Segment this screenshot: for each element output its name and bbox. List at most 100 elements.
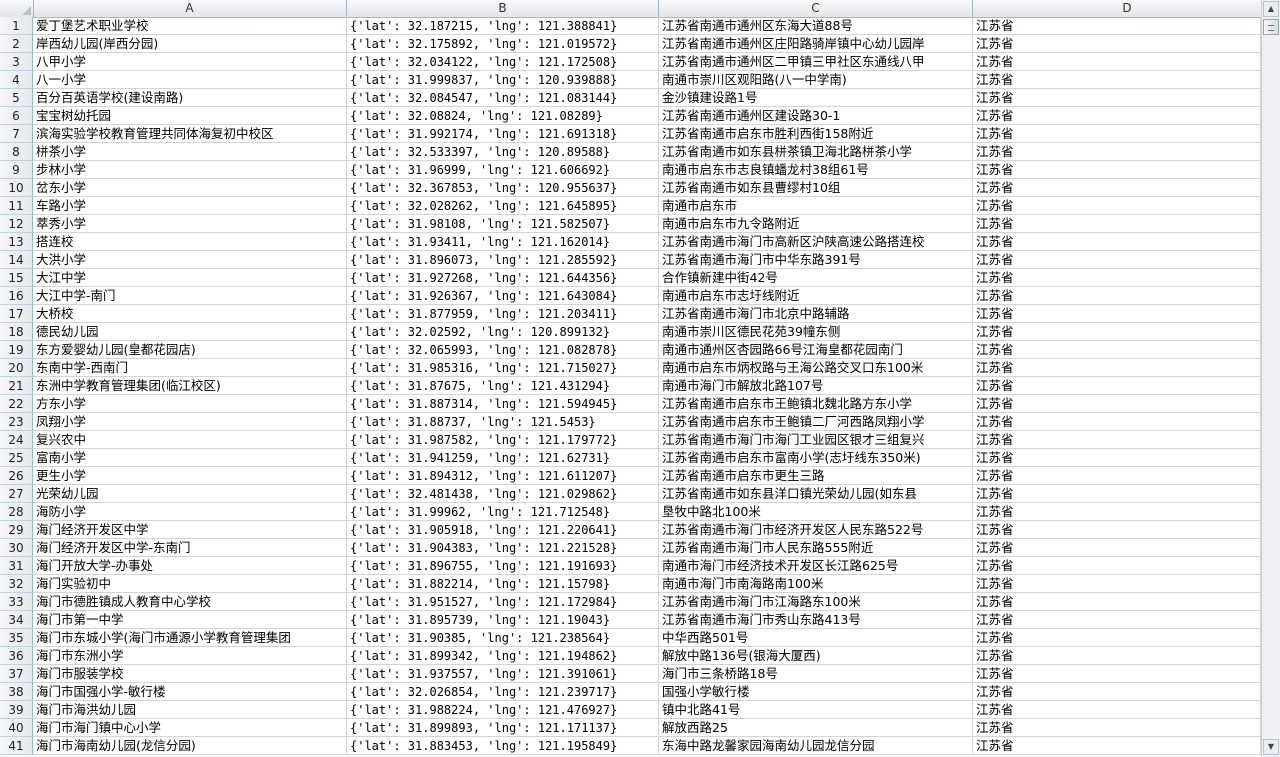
cell-d[interactable]: 江苏省 [973,449,1261,467]
cell-a[interactable]: 大江中学-南门 [33,287,347,305]
cell-b[interactable]: {'lat': 32.084547, 'lng': 121.083144} [347,89,659,107]
cell-c[interactable]: 解放西路25 [659,719,973,737]
cell-c[interactable]: 中华西路501号 [659,629,973,647]
cell-c[interactable]: 江苏省南通市海门市中华东路391号 [659,251,973,269]
cell-d[interactable]: 江苏省 [973,737,1261,755]
cell-a[interactable]: 海防小学 [33,503,347,521]
cell-b[interactable]: {'lat': 32.034122, 'lng': 121.172508} [347,53,659,71]
cell-d[interactable]: 江苏省 [973,17,1261,35]
row-header[interactable]: 12 [0,215,33,233]
cell-b[interactable]: {'lat': 31.992174, 'lng': 121.691318} [347,125,659,143]
cell-b[interactable]: {'lat': 32.026854, 'lng': 121.239717} [347,683,659,701]
cell-a[interactable]: 海门市东城小学(海门市通源小学教育管理集团 [33,629,347,647]
cell-c[interactable]: 南通市海门市解放北路107号 [659,377,973,395]
cell-d[interactable]: 江苏省 [973,53,1261,71]
row-header[interactable]: 35 [0,629,33,647]
cell-a[interactable]: 海门市海洪幼儿园 [33,701,347,719]
cell-d[interactable]: 江苏省 [973,593,1261,611]
cell-b[interactable]: {'lat': 32.175892, 'lng': 121.019572} [347,35,659,53]
cell-a[interactable]: 搭连校 [33,233,347,251]
scroll-thumb[interactable] [1263,19,1279,35]
row-header[interactable]: 1 [0,17,33,35]
row-header[interactable]: 31 [0,557,33,575]
cell-b[interactable]: {'lat': 32.065993, 'lng': 121.082878} [347,341,659,359]
cell-c[interactable]: 海门市三条桥路18号 [659,665,973,683]
cell-c[interactable]: 江苏省南通市海门市海门工业园区银才三组复兴 [659,431,973,449]
cell-d[interactable]: 江苏省 [973,143,1261,161]
cell-a[interactable]: 岸西幼儿园(岸西分园) [33,35,347,53]
cell-c[interactable]: 南通市启东市炳权路与王海公路交叉口东100米 [659,359,973,377]
cell-b[interactable]: {'lat': 31.987582, 'lng': 121.179772} [347,431,659,449]
row-header[interactable]: 32 [0,575,33,593]
cell-a[interactable]: 凤翔小学 [33,413,347,431]
cell-d[interactable]: 江苏省 [973,557,1261,575]
cell-b[interactable]: {'lat': 31.904383, 'lng': 121.221528} [347,539,659,557]
cell-c[interactable]: 合作镇新建中街42号 [659,269,973,287]
cell-b[interactable]: {'lat': 31.877959, 'lng': 121.203411} [347,305,659,323]
row-header[interactable]: 14 [0,251,33,269]
row-header[interactable]: 27 [0,485,33,503]
cell-d[interactable]: 江苏省 [973,269,1261,287]
vertical-scrollbar[interactable]: ▲ ▼ [1261,0,1280,757]
cell-d[interactable]: 江苏省 [973,647,1261,665]
cell-a[interactable]: 东洲中学教育管理集团(临江校区) [33,377,347,395]
row-header[interactable]: 40 [0,719,33,737]
cell-c[interactable]: 南通市通州区杏园路66号江海皇都花园南门 [659,341,973,359]
cell-a[interactable]: 大桥校 [33,305,347,323]
cell-a[interactable]: 海门市海南幼儿园(龙信分园) [33,737,347,755]
cell-c[interactable]: 江苏省南通市启东市富南小学(志圩线东350米) [659,449,973,467]
cell-b[interactable]: {'lat': 31.87675, 'lng': 121.431294} [347,377,659,395]
row-header[interactable]: 6 [0,107,33,125]
cell-a[interactable]: 大洪小学 [33,251,347,269]
cell-d[interactable]: 江苏省 [973,305,1261,323]
row-header[interactable]: 38 [0,683,33,701]
cell-b[interactable]: {'lat': 31.88737, 'lng': 121.5453} [347,413,659,431]
cell-c[interactable]: 国强小学敏行楼 [659,683,973,701]
cell-d[interactable]: 江苏省 [973,323,1261,341]
cell-d[interactable]: 江苏省 [973,683,1261,701]
cell-d[interactable]: 江苏省 [973,215,1261,233]
row-header[interactable]: 2 [0,35,33,53]
cell-d[interactable]: 江苏省 [973,35,1261,53]
cell-c[interactable]: 江苏省南通市启东市王鲍镇北魏北路方东小学 [659,395,973,413]
cell-b[interactable]: {'lat': 31.988224, 'lng': 121.476927} [347,701,659,719]
row-header[interactable]: 23 [0,413,33,431]
cell-c[interactable]: 江苏省南通市启东市更生三路 [659,467,973,485]
row-header[interactable]: 11 [0,197,33,215]
cell-b[interactable]: {'lat': 32.028262, 'lng': 121.645895} [347,197,659,215]
cell-c[interactable]: 江苏省南通市海门市高新区沪陕高速公路搭连校 [659,233,973,251]
cell-d[interactable]: 江苏省 [973,521,1261,539]
cell-a[interactable]: 海门实验初中 [33,575,347,593]
cell-b[interactable]: {'lat': 32.02592, 'lng': 120.899132} [347,323,659,341]
cell-c[interactable]: 江苏省南通市如东县曹缪村10组 [659,179,973,197]
row-header[interactable]: 3 [0,53,33,71]
cell-b[interactable]: {'lat': 31.882214, 'lng': 121.15798} [347,575,659,593]
column-header-d[interactable]: D [973,0,1261,17]
cell-a[interactable]: 爱丁堡艺术职业学校 [33,17,347,35]
cell-d[interactable]: 江苏省 [973,107,1261,125]
cell-d[interactable]: 江苏省 [973,359,1261,377]
cell-c[interactable]: 垦牧中路北100米 [659,503,973,521]
cell-d[interactable]: 江苏省 [973,179,1261,197]
row-header[interactable]: 8 [0,143,33,161]
cell-c[interactable]: 江苏省南通市如东县洋口镇光荣幼儿园(如东县 [659,485,973,503]
row-header[interactable]: 10 [0,179,33,197]
column-header-c[interactable]: C [659,0,973,17]
cell-b[interactable]: {'lat': 31.896755, 'lng': 121.191693} [347,557,659,575]
cell-b[interactable]: {'lat': 32.481438, 'lng': 121.029862} [347,485,659,503]
cell-a[interactable]: 海门市服装学校 [33,665,347,683]
cell-a[interactable]: 百分百英语学校(建设南路) [33,89,347,107]
cell-a[interactable]: 栟茶小学 [33,143,347,161]
scroll-down-arrow-icon[interactable]: ▼ [1263,739,1279,755]
cell-d[interactable]: 江苏省 [973,665,1261,683]
scroll-up-arrow-icon[interactable]: ▲ [1263,1,1279,17]
cell-c[interactable]: 江苏省南通市海门市北京中路辅路 [659,305,973,323]
row-header[interactable]: 21 [0,377,33,395]
cell-d[interactable]: 江苏省 [973,125,1261,143]
cell-b[interactable]: {'lat': 31.926367, 'lng': 121.643084} [347,287,659,305]
cell-d[interactable]: 江苏省 [973,719,1261,737]
cell-d[interactable]: 江苏省 [973,341,1261,359]
cell-b[interactable]: {'lat': 31.985316, 'lng': 121.715027} [347,359,659,377]
cell-d[interactable]: 江苏省 [973,485,1261,503]
cell-d[interactable]: 江苏省 [973,431,1261,449]
